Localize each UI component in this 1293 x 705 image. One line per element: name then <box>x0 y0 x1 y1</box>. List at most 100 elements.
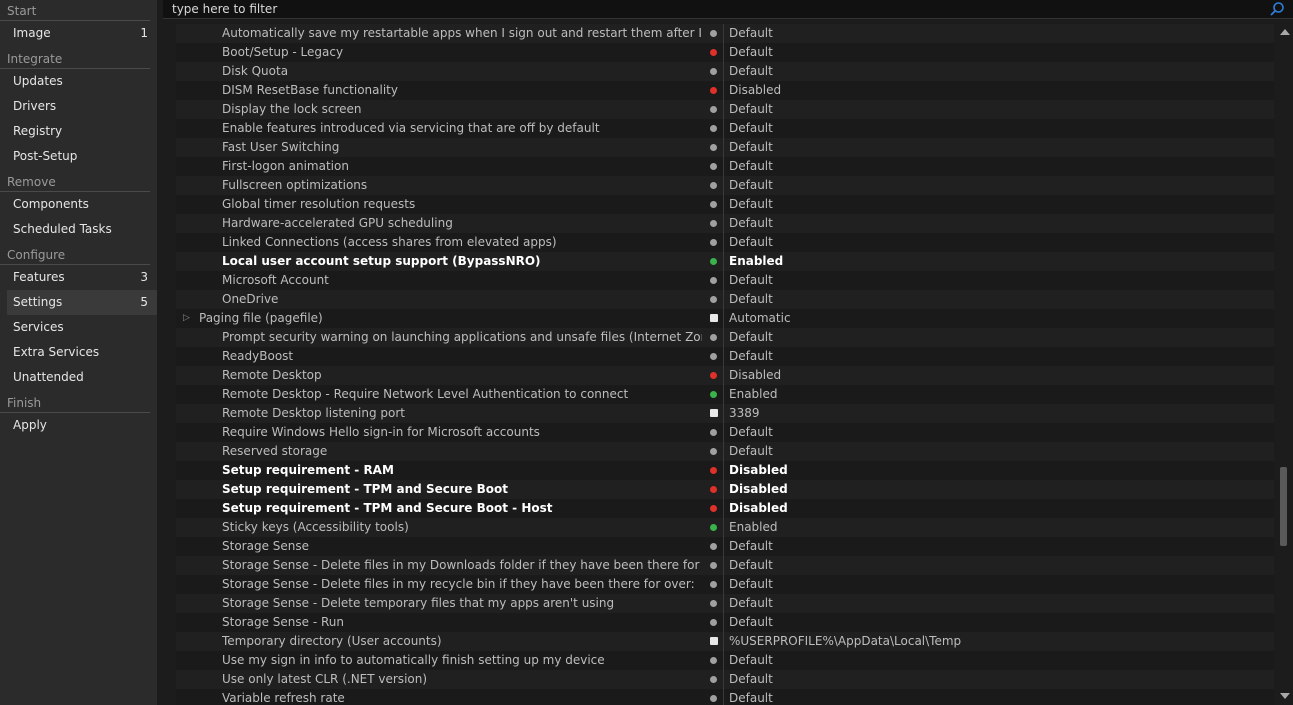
setting-row[interactable]: Use only latest CLR (.NET version) Defaul… <box>176 670 1274 689</box>
sidebar-item-count: 3 <box>140 270 148 284</box>
sidebar-item-settings[interactable]: Settings 5 <box>7 290 157 315</box>
setting-row[interactable]: Linked Connections (access shares from e… <box>176 233 1274 252</box>
setting-value[interactable]: Default <box>729 594 773 613</box>
setting-value[interactable]: Default <box>729 613 773 632</box>
setting-row[interactable]: OneDrive Default <box>176 290 1274 309</box>
setting-row[interactable]: Display the lock screen Default <box>176 100 1274 119</box>
setting-row[interactable]: Use my sign in info to automatically fin… <box>176 651 1274 670</box>
sidebar-item-drivers[interactable]: Drivers <box>7 94 157 119</box>
setting-value[interactable]: Default <box>729 575 773 594</box>
setting-value[interactable]: Default <box>729 24 773 43</box>
setting-value[interactable]: Default <box>729 214 773 233</box>
setting-value[interactable]: Disabled <box>729 499 788 518</box>
sidebar-item-services[interactable]: Services <box>7 315 157 340</box>
setting-value[interactable]: Default <box>729 195 773 214</box>
setting-row[interactable]: Storage Sense - Delete files in my Downl… <box>176 556 1274 575</box>
setting-value[interactable]: Default <box>729 176 773 195</box>
setting-row[interactable]: Temporary directory (User accounts) %USER… <box>176 632 1274 651</box>
setting-value[interactable]: Disabled <box>729 461 788 480</box>
setting-value[interactable]: Default <box>729 689 773 705</box>
status-dot-icon <box>710 657 717 664</box>
setting-value[interactable]: Enabled <box>729 385 778 404</box>
setting-value[interactable]: Default <box>729 347 773 366</box>
setting-row[interactable]: Global timer resolution requests Default <box>176 195 1274 214</box>
column-divider <box>723 651 724 670</box>
setting-row[interactable]: First-logon animation Default <box>176 157 1274 176</box>
setting-value[interactable]: Disabled <box>729 480 788 499</box>
setting-row[interactable]: Remote Desktop listening port 3389 <box>176 404 1274 423</box>
search-input[interactable] <box>172 1 1252 17</box>
status-dot-icon <box>710 391 717 398</box>
sidebar-group-remove: Remove <box>0 172 150 192</box>
setting-value[interactable]: Default <box>729 119 773 138</box>
setting-value[interactable]: Enabled <box>729 252 783 271</box>
sidebar-item-registry[interactable]: Registry <box>7 119 157 144</box>
setting-row[interactable]: Storage Sense - Delete files in my recyc… <box>176 575 1274 594</box>
scroll-thumb[interactable] <box>1280 467 1287 546</box>
scroll-down-arrow-icon[interactable] <box>1280 693 1290 699</box>
setting-row[interactable]: Setup requirement - TPM and Secure Boot … <box>176 499 1274 518</box>
setting-value[interactable]: Default <box>729 62 773 81</box>
search-icon[interactable] <box>1269 1 1285 17</box>
setting-value[interactable]: Disabled <box>729 366 781 385</box>
sidebar-item-updates[interactable]: Updates <box>7 69 157 94</box>
sidebar-item-features[interactable]: Features 3 <box>7 265 157 290</box>
setting-value[interactable]: Default <box>729 556 773 575</box>
sidebar-item-extra-services[interactable]: Extra Services <box>7 340 157 365</box>
setting-row[interactable]: Disk Quota Default <box>176 62 1274 81</box>
setting-value[interactable]: Default <box>729 651 773 670</box>
setting-row[interactable]: Storage Sense - Delete temporary files t… <box>176 594 1274 613</box>
setting-row[interactable]: Local user account setup support (Bypass… <box>176 252 1274 271</box>
setting-row[interactable]: Setup requirement - RAM Disabled <box>176 461 1274 480</box>
setting-row[interactable]: ReadyBoost Default <box>176 347 1274 366</box>
setting-value[interactable]: Default <box>729 537 773 556</box>
setting-row[interactable]: Require Windows Hello sign-in for Micros… <box>176 423 1274 442</box>
setting-value[interactable]: Default <box>729 43 773 62</box>
setting-value[interactable]: Default <box>729 100 773 119</box>
setting-row[interactable]: Fullscreen optimizations Default <box>176 176 1274 195</box>
setting-value[interactable]: Default <box>729 290 773 309</box>
setting-row[interactable]: Remote Desktop Disabled <box>176 366 1274 385</box>
setting-row[interactable]: Reserved storage Default <box>176 442 1274 461</box>
setting-row[interactable]: Hardware-accelerated GPU scheduling Defau… <box>176 214 1274 233</box>
setting-row[interactable]: Prompt security warning on launching app… <box>176 328 1274 347</box>
setting-row[interactable]: Sticky keys (Accessibility tools) Enabled <box>176 518 1274 537</box>
sidebar-item-scheduled-tasks[interactable]: Scheduled Tasks <box>7 217 157 242</box>
setting-name: Storage Sense - Delete files in my Downl… <box>222 558 702 572</box>
sidebar-item-post-setup[interactable]: Post-Setup <box>7 144 157 169</box>
setting-row[interactable]: Microsoft Account Default <box>176 271 1274 290</box>
sidebar-item-unattended[interactable]: Unattended <box>7 365 157 390</box>
setting-row[interactable]: Boot/Setup - Legacy Default <box>176 43 1274 62</box>
setting-value[interactable]: Default <box>729 423 773 442</box>
setting-row[interactable]: DISM ResetBase functionality Disabled <box>176 81 1274 100</box>
setting-row[interactable]: Variable refresh rate Default <box>176 689 1274 705</box>
sidebar-item-apply[interactable]: Apply <box>7 413 157 438</box>
setting-row[interactable]: Fast User Switching Default <box>176 138 1274 157</box>
setting-value[interactable]: Default <box>729 442 773 461</box>
setting-value[interactable]: Default <box>729 670 773 689</box>
setting-value[interactable]: Automatic <box>729 309 791 328</box>
setting-row[interactable]: Enable features introduced via servicing… <box>176 119 1274 138</box>
setting-value[interactable]: Default <box>729 157 773 176</box>
setting-value[interactable]: %USERPROFILE%\AppData\Local\Temp <box>729 632 961 651</box>
setting-row[interactable]: Remote Desktop - Require Network Level A… <box>176 385 1274 404</box>
setting-value[interactable]: Default <box>729 328 773 347</box>
setting-value[interactable]: Default <box>729 271 773 290</box>
setting-row[interactable]: Automatically save my restartable apps w… <box>176 24 1274 43</box>
setting-value[interactable]: 3389 <box>729 404 760 423</box>
setting-row[interactable]: Storage Sense Default <box>176 537 1274 556</box>
setting-row[interactable]: Setup requirement - TPM and Secure Boot D… <box>176 480 1274 499</box>
setting-row[interactable]: Storage Sense - Run Default <box>176 613 1274 632</box>
setting-value[interactable]: Enabled <box>729 518 778 537</box>
sidebar-item-image[interactable]: Image 1 <box>7 21 157 46</box>
expand-arrow-icon[interactable]: ▷ <box>183 309 190 328</box>
setting-value[interactable]: Default <box>729 138 773 157</box>
sidebar-item-components[interactable]: Components <box>7 192 157 217</box>
vertical-scrollbar[interactable] <box>1276 24 1293 705</box>
setting-name: Display the lock screen <box>222 102 362 116</box>
setting-value[interactable]: Disabled <box>729 81 781 100</box>
column-divider <box>723 138 724 157</box>
scroll-up-arrow-icon[interactable] <box>1280 29 1290 35</box>
setting-value[interactable]: Default <box>729 233 773 252</box>
setting-row[interactable]: ▷ Paging file (pagefile) Automatic <box>176 309 1274 328</box>
